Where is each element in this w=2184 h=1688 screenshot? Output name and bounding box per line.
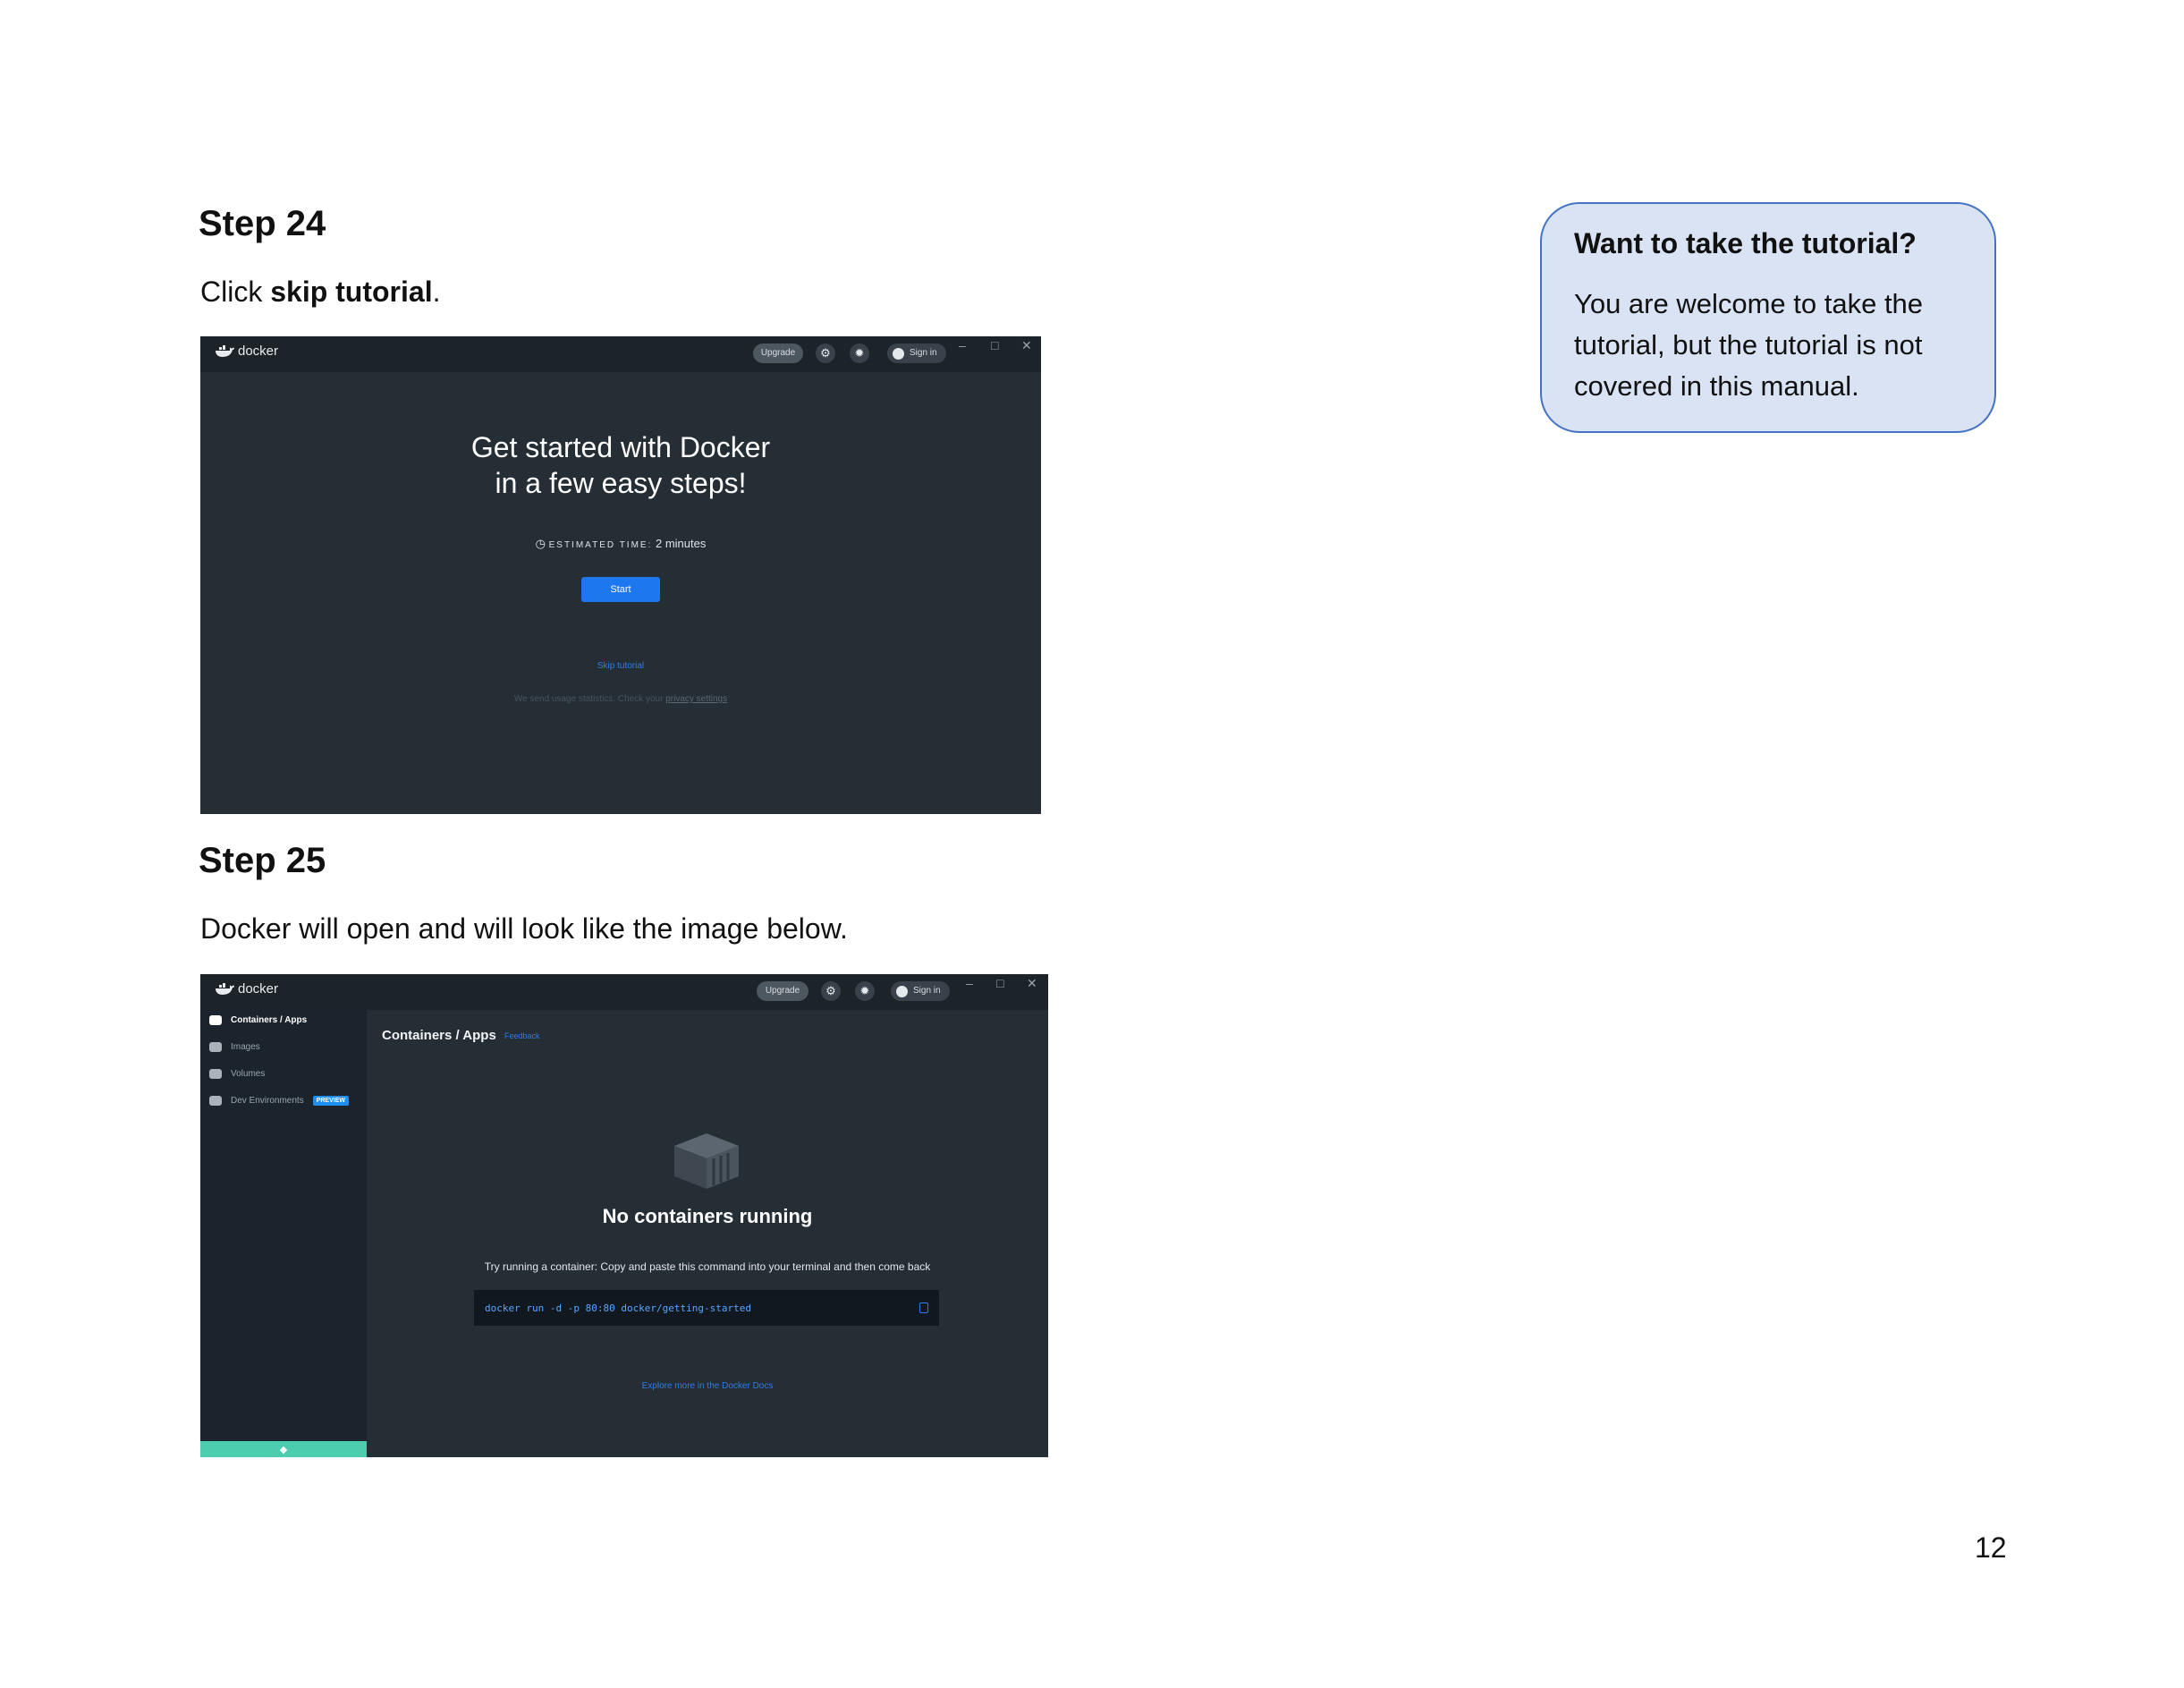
feedback-link[interactable]: Feedback: [504, 1031, 540, 1040]
usage-statistics-text: We send usage statistics. Check your pri…: [200, 694, 1041, 704]
step-25-instruction: Docker will open and will look like the …: [200, 912, 848, 945]
welcome-heading-line1: Get started with Docker: [470, 431, 771, 463]
estimated-value: 2 minutes: [655, 537, 707, 550]
sidebar-item-containers[interactable]: Containers / Apps: [209, 1015, 307, 1025]
docker-dashboard-screenshot: docker Upgrade ⚙ ✹ Sign in – □ ✕ Contain…: [200, 974, 1048, 1457]
close-icon[interactable]: ✕: [1027, 976, 1037, 991]
explore-docs-link[interactable]: Explore more in the Docker Docs: [367, 1381, 1048, 1391]
usage-text: We send usage statistics. Check your: [513, 694, 666, 704]
upgrade-button[interactable]: Upgrade: [753, 344, 803, 363]
callout-body: You are welcome to take the tutorial, bu…: [1574, 288, 1924, 402]
sign-in-label: Sign in: [913, 986, 941, 996]
estimated-time: ◷ ESTIMATED TIME: 2 minutes: [200, 537, 1041, 551]
sign-in-button[interactable]: Sign in: [891, 981, 950, 1001]
sidebar-item-label: Images: [231, 1042, 260, 1052]
sidebar-item-dev-environments[interactable]: Dev Environments PREVIEW: [209, 1096, 349, 1106]
instruction-prefix: Click: [200, 276, 271, 308]
skip-tutorial-link[interactable]: Skip tutorial: [200, 661, 1041, 671]
instruction-suffix: .: [432, 276, 441, 308]
volume-icon: [209, 1069, 222, 1079]
sign-in-button[interactable]: Sign in: [887, 344, 946, 363]
logo-text: docker: [238, 981, 279, 997]
sidebar: Containers / Apps Images Volumes Dev Env…: [200, 1010, 367, 1457]
step-24-title: Step 24: [199, 204, 326, 243]
logo-text: docker: [238, 344, 279, 359]
whale-icon: [216, 344, 234, 357]
maximize-icon[interactable]: □: [991, 338, 998, 352]
sign-in-label: Sign in: [910, 348, 937, 358]
docker-logo: docker: [215, 981, 278, 997]
whale-icon: ◆: [279, 1444, 288, 1455]
docker-logo: docker: [215, 344, 278, 359]
preview-badge: PREVIEW: [312, 1096, 349, 1106]
instruction-bold: skip tutorial: [270, 276, 433, 308]
sidebar-item-volumes[interactable]: Volumes: [209, 1069, 265, 1079]
close-icon[interactable]: ✕: [1021, 338, 1032, 353]
cloud-icon: [209, 1042, 222, 1052]
gear-icon[interactable]: ⚙: [816, 344, 835, 363]
welcome-heading-line2: in a few easy steps!: [495, 467, 747, 499]
step-24-instruction: Click skip tutorial.: [200, 276, 440, 309]
no-containers-heading: No containers running: [602, 1205, 813, 1227]
page-number: 12: [1975, 1531, 2007, 1564]
upgrade-button[interactable]: Upgrade: [757, 981, 808, 1001]
container-icon: [209, 1015, 222, 1025]
page-title: Containers / Apps: [382, 1028, 496, 1043]
user-icon: [893, 347, 904, 360]
sidebar-item-images[interactable]: Images: [209, 1042, 260, 1052]
start-button[interactable]: Start: [581, 577, 660, 602]
clock-icon: ◷: [535, 537, 546, 550]
sidebar-item-label: Containers / Apps: [231, 1015, 308, 1025]
dev-environments-icon: [209, 1096, 222, 1106]
minimize-icon[interactable]: –: [966, 976, 973, 990]
user-icon: [896, 985, 908, 997]
callout-title: Want to take the tutorial?: [1574, 227, 1917, 259]
step-25-title: Step 25: [199, 841, 326, 880]
bug-icon[interactable]: ✹: [855, 981, 875, 1001]
sidebar-item-label: Dev Environments: [231, 1096, 304, 1106]
minimize-icon[interactable]: –: [959, 338, 966, 352]
whale-status-bar: ◆: [200, 1441, 367, 1457]
command-text: docker run -d -p 80:80 docker/getting-st…: [485, 1302, 752, 1314]
title-bar: docker Upgrade ⚙ ✹ Sign in – □ ✕: [200, 974, 1048, 1010]
container-cube-icon: [674, 1133, 739, 1189]
copy-icon[interactable]: [919, 1302, 928, 1313]
sidebar-item-label: Volumes: [231, 1069, 266, 1079]
privacy-settings-link[interactable]: privacy settings: [665, 694, 727, 704]
estimated-label: ESTIMATED TIME:: [548, 540, 653, 550]
whale-icon: [216, 982, 234, 995]
docker-welcome-screenshot: docker Upgrade ⚙ ✹ Sign in – □ ✕ Get sta…: [200, 336, 1041, 814]
gear-icon[interactable]: ⚙: [821, 981, 841, 1001]
maximize-icon[interactable]: □: [996, 976, 1003, 990]
command-box: docker run -d -p 80:80 docker/getting-st…: [474, 1290, 939, 1326]
tutorial-callout: Want to take the tutorial? You are welco…: [1540, 202, 1996, 433]
bug-icon[interactable]: ✹: [850, 344, 869, 363]
title-bar: docker Upgrade ⚙ ✹ Sign in – □ ✕: [200, 336, 1041, 372]
try-running-text: Try running a container: Copy and paste …: [484, 1260, 931, 1273]
